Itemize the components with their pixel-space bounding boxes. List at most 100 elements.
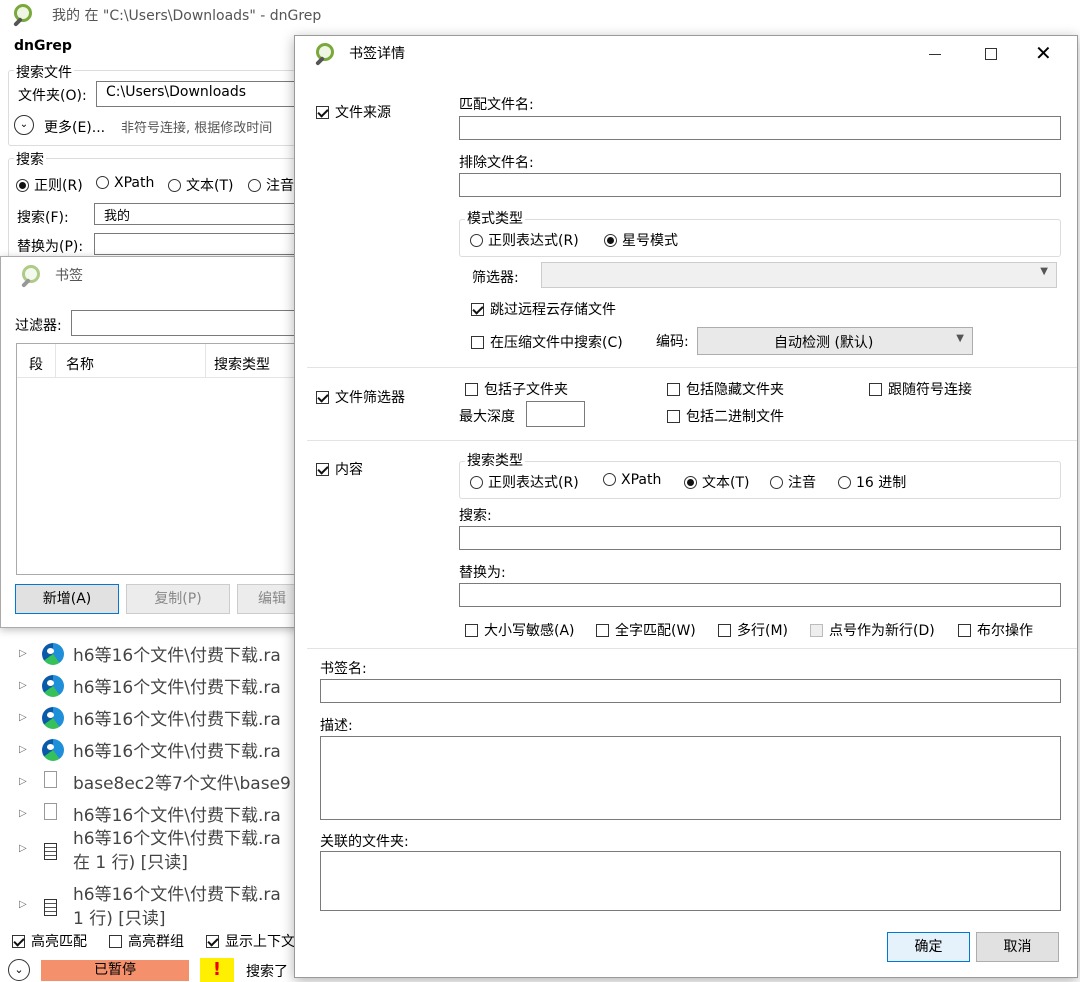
match-filename-input[interactable] [459, 116, 1061, 140]
chevron-down-icon: ▼ [956, 333, 964, 344]
skip-cloud-checkbox[interactable]: 跳过远程云存储文件 [471, 299, 616, 319]
bookmarks-title: 书签 [55, 265, 83, 285]
result-row[interactable]: h6等16个文件\付费下载.ra [73, 824, 281, 849]
file-filter-checkbox[interactable]: 文件筛选器 [316, 387, 405, 407]
result-row[interactable]: h6等16个文件\付费下载.ra [73, 673, 281, 698]
content-radio-phonetic[interactable]: 注音 [770, 472, 816, 492]
bookmarks-filter-input[interactable] [71, 310, 303, 336]
pattern-type-label: 模式类型 [465, 208, 525, 228]
content-replace-input[interactable] [459, 583, 1061, 607]
include-subfolders-checkbox[interactable]: 包括子文件夹 [465, 379, 568, 399]
app-name: dnGrep [14, 38, 72, 54]
expand-row-icon[interactable]: ▷ [19, 899, 27, 910]
pattern-regex-radio[interactable]: 正则表达式(R) [470, 230, 579, 250]
copy-bookmark-button[interactable]: 复制(P) [126, 584, 230, 614]
edge-icon [42, 643, 64, 665]
cancel-button[interactable]: 取消 [976, 932, 1059, 962]
include-binary-checkbox[interactable]: 包括二进制文件 [667, 406, 784, 426]
match-filename-label: 匹配文件名: [459, 94, 534, 114]
dngrep-logo-icon [10, 2, 38, 30]
expand-row-icon[interactable]: ▷ [19, 648, 27, 659]
expand-status-icon[interactable]: ⌄ [8, 959, 30, 981]
highlight-group-checkbox[interactable]: 高亮群组 [109, 931, 184, 951]
replace-input[interactable] [94, 233, 306, 255]
content-radio-regex[interactable]: 正则表达式(R) [470, 472, 579, 492]
chevron-down-icon: ▼ [1040, 266, 1048, 277]
maximize-icon[interactable] [985, 48, 997, 60]
expand-row-icon[interactable]: ▷ [19, 843, 27, 854]
expand-row-icon[interactable]: ▷ [19, 712, 27, 723]
dot-newline-checkbox[interactable]: 点号作为新行(D) [810, 620, 935, 640]
add-bookmark-button[interactable]: 新增(A) [15, 584, 119, 614]
more-button[interactable]: 更多(E)... [44, 117, 105, 137]
close-icon[interactable]: ✕ [1035, 42, 1052, 64]
show-context-checkbox[interactable]: 显示上下文 [206, 931, 295, 951]
file-icon [44, 771, 57, 788]
associated-folders-textarea[interactable] [320, 851, 1061, 911]
column-segment[interactable]: 段 [29, 354, 43, 374]
whole-word-checkbox[interactable]: 全字匹配(W) [596, 620, 696, 640]
case-sensitive-checkbox[interactable]: 大小写敏感(A) [465, 620, 575, 640]
column-search-type[interactable]: 搜索类型 [214, 354, 270, 374]
more-hint: 非符号连接, 根据修改时间 [121, 117, 272, 136]
expand-row-icon[interactable]: ▷ [19, 808, 27, 819]
filter-label: 筛选器: [472, 267, 519, 287]
expand-row-icon[interactable]: ▷ [19, 744, 27, 755]
minimize-icon[interactable] [929, 54, 941, 55]
result-row[interactable]: h6等16个文件\付费下载.ra [73, 641, 281, 666]
search-archives-checkbox[interactable]: 在压缩文件中搜索(C) [471, 332, 623, 352]
search-type-label: 搜索类型 [465, 450, 525, 470]
bookmark-name-input[interactable] [320, 679, 1061, 703]
expand-more-icon[interactable]: ⌄ [14, 115, 34, 135]
content-radio-hex[interactable]: 16 进制 [838, 472, 906, 492]
content-checkbox[interactable]: 内容 [316, 459, 363, 479]
description-textarea[interactable] [320, 736, 1061, 820]
radio-xpath[interactable]: XPath [96, 175, 154, 191]
content-search-input[interactable] [459, 526, 1061, 550]
content-radio-xpath[interactable]: XPath [603, 472, 661, 488]
ok-button[interactable]: 确定 [887, 932, 970, 962]
content-replace-label: 替换为: [459, 562, 506, 582]
radio-text[interactable]: 文本(T) [168, 175, 233, 195]
exclude-filename-label: 排除文件名: [459, 152, 534, 172]
result-row[interactable]: h6等16个文件\付费下载.ra [73, 880, 281, 905]
result-row[interactable]: h6等16个文件\付费下载.ra [73, 801, 281, 826]
multiline-checkbox[interactable]: 多行(M) [718, 620, 788, 640]
max-depth-input[interactable] [526, 401, 585, 427]
folder-label: 文件夹(O): [18, 85, 87, 105]
associated-folders-label: 关联的文件夹: [320, 831, 409, 851]
max-depth-label: 最大深度 [459, 406, 515, 426]
filter-select[interactable]: ▼ [541, 262, 1057, 288]
column-name[interactable]: 名称 [66, 354, 94, 374]
search-files-label: 搜索文件 [14, 62, 74, 82]
expand-row-icon[interactable]: ▷ [19, 680, 27, 691]
bookmarks-window: 书签 过滤器: 段 名称 搜索类型 新增(A) 复制(P) 编辑 [0, 256, 300, 628]
bookmarks-list[interactable]: 段 名称 搜索类型 [16, 343, 306, 575]
content-radio-text[interactable]: 文本(T) [684, 472, 749, 492]
main-titlebar: 我的 在 "C:\Users\Downloads" - dnGrep [0, 0, 1080, 30]
replace-label: 替换为(P): [17, 236, 83, 256]
follow-symlinks-checkbox[interactable]: 跟随符号连接 [869, 379, 972, 399]
pattern-glob-radio[interactable]: 星号模式 [604, 230, 678, 250]
warning-icon: ! [200, 958, 234, 982]
boolean-checkbox[interactable]: 布尔操作 [958, 620, 1033, 640]
radio-phonetic[interactable]: 注音 [248, 175, 294, 195]
file-source-checkbox[interactable]: 文件来源 [316, 102, 391, 122]
search-input[interactable]: 我的 [94, 203, 306, 225]
folder-input[interactable]: C:\Users\Downloads [96, 81, 306, 107]
result-row[interactable]: base8ec2等7个文件\base9 [73, 769, 291, 794]
result-row[interactable]: h6等16个文件\付费下载.ra [73, 737, 281, 762]
highlight-match-checkbox[interactable]: 高亮匹配 [12, 931, 87, 951]
radio-regex[interactable]: 正则(R) [16, 175, 83, 195]
include-hidden-checkbox[interactable]: 包括隐藏文件夹 [667, 379, 784, 399]
encoding-select[interactable]: 自动检测 (默认)▼ [697, 327, 973, 355]
status-paused-badge: 已暂停 [41, 960, 189, 981]
detail-logo-icon [312, 41, 340, 69]
result-row[interactable]: h6等16个文件\付费下载.ra [73, 705, 281, 730]
exclude-filename-input[interactable] [459, 173, 1061, 197]
expand-row-icon[interactable]: ▷ [19, 776, 27, 787]
bookmarks-filter-label: 过滤器: [15, 315, 62, 335]
bookmark-name-label: 书签名: [320, 658, 367, 678]
file-icon [44, 803, 57, 820]
bookmark-detail-window: 书签详情 ✕ 文件来源 匹配文件名: 排除文件名: 模式类型 正则表达式(R) … [294, 35, 1078, 978]
